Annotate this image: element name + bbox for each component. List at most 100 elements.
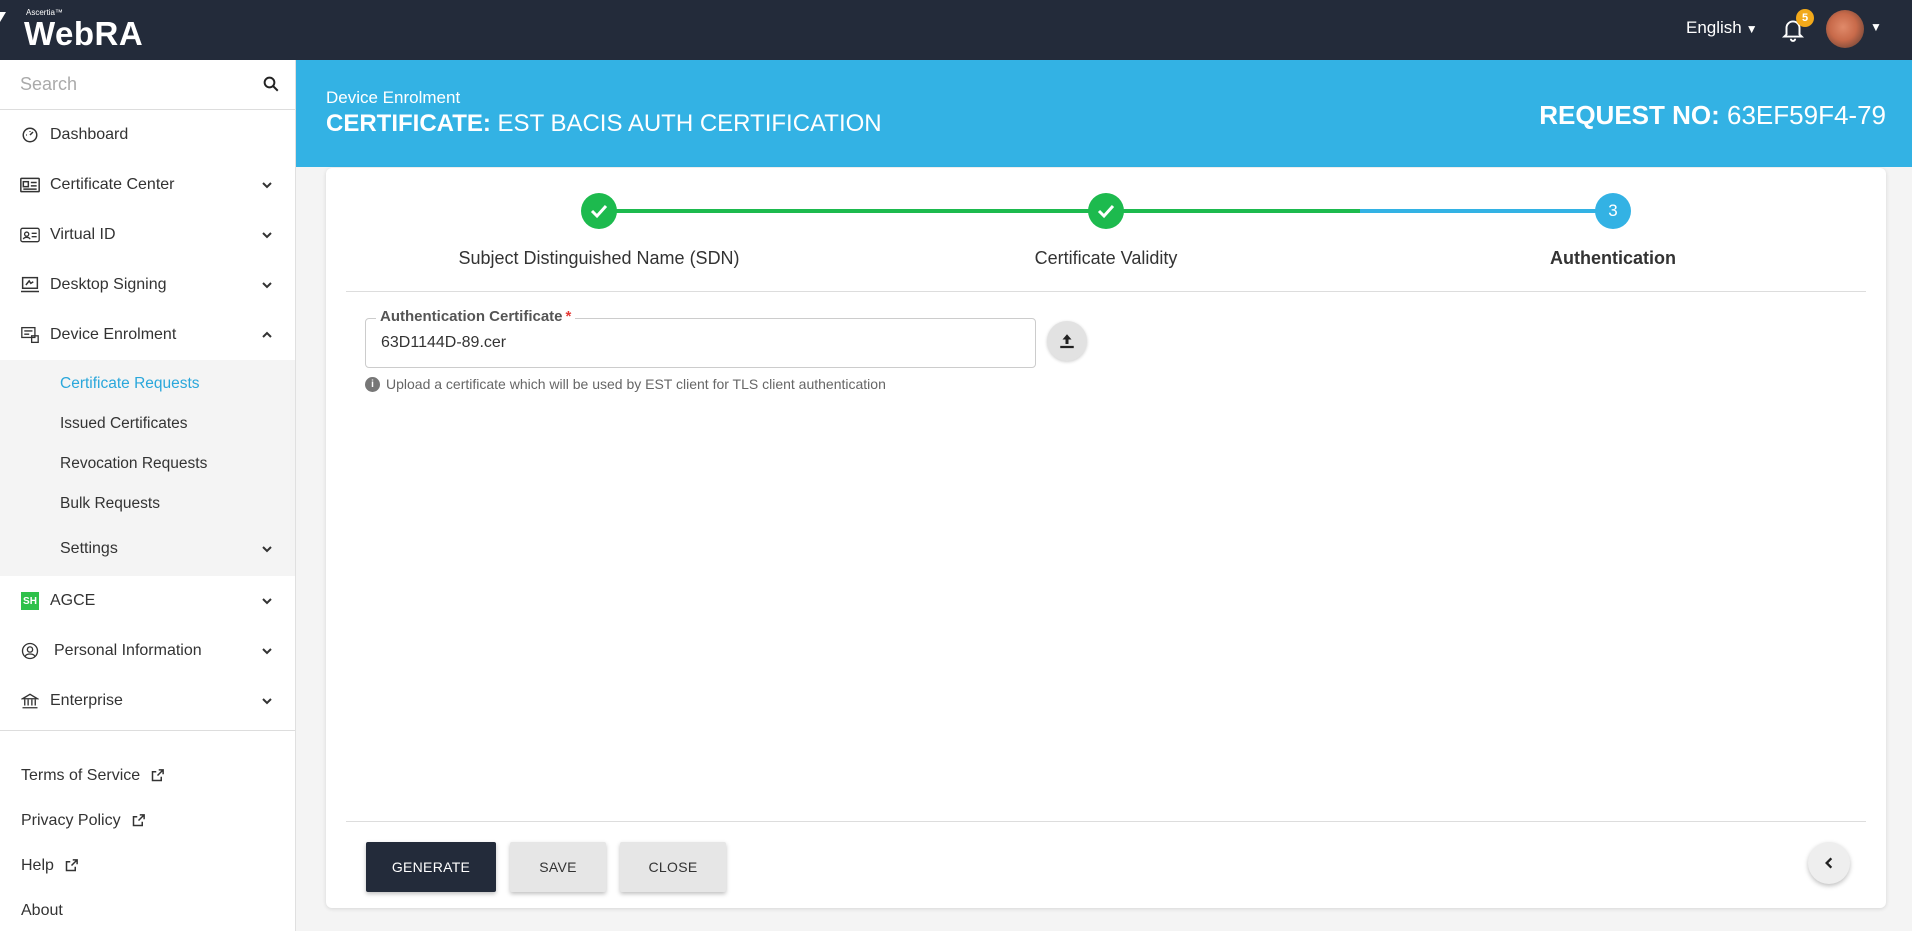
avatar[interactable]: [1826, 10, 1864, 48]
step-connector-current: [1360, 209, 1614, 213]
external-link-icon: [151, 769, 165, 782]
authentication-certificate-field[interactable]: Authentication Certificate * 63D1144D-89.…: [365, 308, 1036, 368]
sidebar-footer-links: Terms of Service Privacy Policy Help Abo…: [0, 731, 295, 931]
stepper-divider: [346, 291, 1866, 292]
page-title-prefix: CERTIFICATE:: [326, 110, 491, 137]
chevron-down-icon: [262, 648, 272, 655]
field-hint: i Upload a certificate which will be use…: [365, 376, 886, 392]
stepper: 3 Subject Distinguished Name (SDN) Certi…: [326, 168, 1886, 292]
dashboard-icon: [20, 126, 40, 144]
save-button[interactable]: SAVE: [510, 842, 606, 892]
sidebar-item-device-enrolment[interactable]: Device Enrolment: [0, 310, 295, 360]
step-label-authentication: Authentication: [1550, 248, 1676, 268]
sidebar-item-label: Settings: [60, 540, 118, 557]
help-link[interactable]: Help: [0, 843, 295, 888]
sidebar-item-label: Device Enrolment: [50, 326, 177, 343]
sidebar-item-enterprise[interactable]: Enterprise: [0, 676, 295, 726]
chevron-up-icon: [262, 331, 272, 338]
enrolment-card: 3 Subject Distinguished Name (SDN) Certi…: [326, 168, 1886, 908]
step-connector-done: [1106, 209, 1360, 213]
sidebar-search: [0, 60, 295, 110]
step-label-validity: Certificate Validity: [1034, 248, 1178, 268]
collapse-button[interactable]: [1808, 842, 1850, 884]
about-link[interactable]: About: [0, 888, 295, 931]
language-selector[interactable]: English ▼: [1686, 18, 1758, 38]
sidebar-item-dashboard[interactable]: Dashboard: [0, 110, 295, 160]
request-number-prefix: REQUEST NO:: [1539, 100, 1720, 130]
sidebar-item-certificate-center[interactable]: Certificate Center: [0, 160, 295, 210]
chevron-down-icon: [262, 598, 272, 605]
hint-text: Upload a certificate which will be used …: [386, 376, 886, 392]
device-enrolment-submenu: Certificate Requests Issued Certificates…: [0, 360, 295, 576]
page-header: Device Enrolment CERTIFICATE: EST BACIS …: [296, 60, 1912, 167]
external-link-icon: [132, 814, 145, 827]
sidebar-item-label: Virtual ID: [50, 226, 116, 243]
top-bar: Ascertia™ WebRA English ▼ 5 ▼: [0, 0, 1912, 60]
step-3-number: 3: [1595, 193, 1631, 229]
sidebar-item-desktop-signing[interactable]: Desktop Signing: [0, 260, 295, 310]
language-label: English: [1686, 18, 1742, 37]
required-mark: *: [565, 308, 572, 325]
page-title-text: EST BACIS AUTH CERTIFICATION: [497, 110, 882, 137]
sidebar-item-label: AGCE: [50, 592, 96, 609]
terms-of-service-link[interactable]: Terms of Service: [0, 753, 295, 798]
request-number: REQUEST NO: 63EF59F4-79: [1539, 100, 1886, 131]
chevron-down-icon: [262, 698, 272, 705]
upload-button[interactable]: [1047, 321, 1087, 361]
chevron-down-icon: [262, 546, 272, 553]
user-icon: [20, 642, 40, 660]
link-label: About: [21, 901, 63, 919]
desktop-sign-icon: [20, 276, 40, 294]
link-label: Help: [21, 856, 54, 874]
chevron-left-icon: [1825, 857, 1833, 869]
sidebar-item-virtual-id[interactable]: Virtual ID: [0, 210, 295, 260]
request-number-value: 63EF59F4-79: [1727, 100, 1886, 130]
chevron-down-icon: [262, 232, 272, 239]
field-label-text: Authentication Certificate: [380, 308, 563, 325]
privacy-policy-link[interactable]: Privacy Policy: [0, 798, 295, 843]
sidebar: Dashboard Certificate Center Virtual ID …: [0, 60, 296, 931]
field-value: 63D1144D-89.cer: [381, 334, 507, 351]
info-icon: i: [365, 376, 380, 392]
actions-divider: [346, 821, 1866, 822]
close-button[interactable]: CLOSE: [620, 842, 726, 892]
sidebar-subitem-revocation-requests[interactable]: Revocation Requests: [0, 444, 295, 484]
sidebar-item-label: Dashboard: [50, 126, 129, 143]
page-title: CERTIFICATE: EST BACIS AUTH CERTIFICATIO…: [326, 110, 882, 138]
agce-badge: SH: [21, 592, 39, 610]
caret-down-icon: ▼: [1745, 22, 1758, 36]
chevron-down-icon: [262, 282, 272, 289]
certificate-icon: [20, 176, 40, 194]
device-icon: [20, 326, 40, 344]
field-label: Authentication Certificate *: [376, 308, 576, 325]
bank-icon: [20, 692, 40, 710]
search-input[interactable]: [0, 60, 250, 109]
app-logo[interactable]: Ascertia™ WebRA: [24, 8, 143, 51]
caret-down-icon[interactable]: ▼: [1870, 20, 1882, 34]
mouse-cursor-icon: [0, 12, 6, 22]
step-1-check-icon: [581, 193, 617, 229]
sidebar-subitem-issued-certificates[interactable]: Issued Certificates: [0, 404, 295, 444]
link-label: Terms of Service: [21, 766, 141, 784]
sidebar-item-label: Enterprise: [50, 692, 123, 709]
generate-button[interactable]: GENERATE: [366, 842, 496, 892]
sidebar-item-label: Certificate Center: [50, 176, 175, 193]
chevron-down-icon: [262, 182, 272, 189]
step-label-sdn: Subject Distinguished Name (SDN): [458, 248, 740, 268]
sidebar-item-agce[interactable]: SH AGCE: [0, 576, 295, 626]
link-label: Privacy Policy: [21, 811, 121, 829]
sidebar-item-personal-information[interactable]: Personal Information: [0, 626, 295, 676]
page-subtitle: Device Enrolment: [326, 88, 461, 107]
search-icon[interactable]: [262, 75, 280, 93]
sidebar-item-label: Desktop Signing: [50, 276, 167, 293]
sidebar-item-label: Personal Information: [54, 642, 202, 659]
external-link-icon: [65, 859, 78, 872]
sidebar-subitem-settings[interactable]: Settings: [0, 524, 295, 574]
step-2-check-icon: [1088, 193, 1124, 229]
sidebar-subitem-certificate-requests[interactable]: Certificate Requests: [0, 364, 295, 404]
upload-icon: [1060, 334, 1074, 349]
sidebar-subitem-bulk-requests[interactable]: Bulk Requests: [0, 484, 295, 524]
brand-name: WebRA: [24, 15, 144, 52]
id-card-icon: [20, 226, 40, 244]
step-connector-done: [598, 209, 1106, 213]
